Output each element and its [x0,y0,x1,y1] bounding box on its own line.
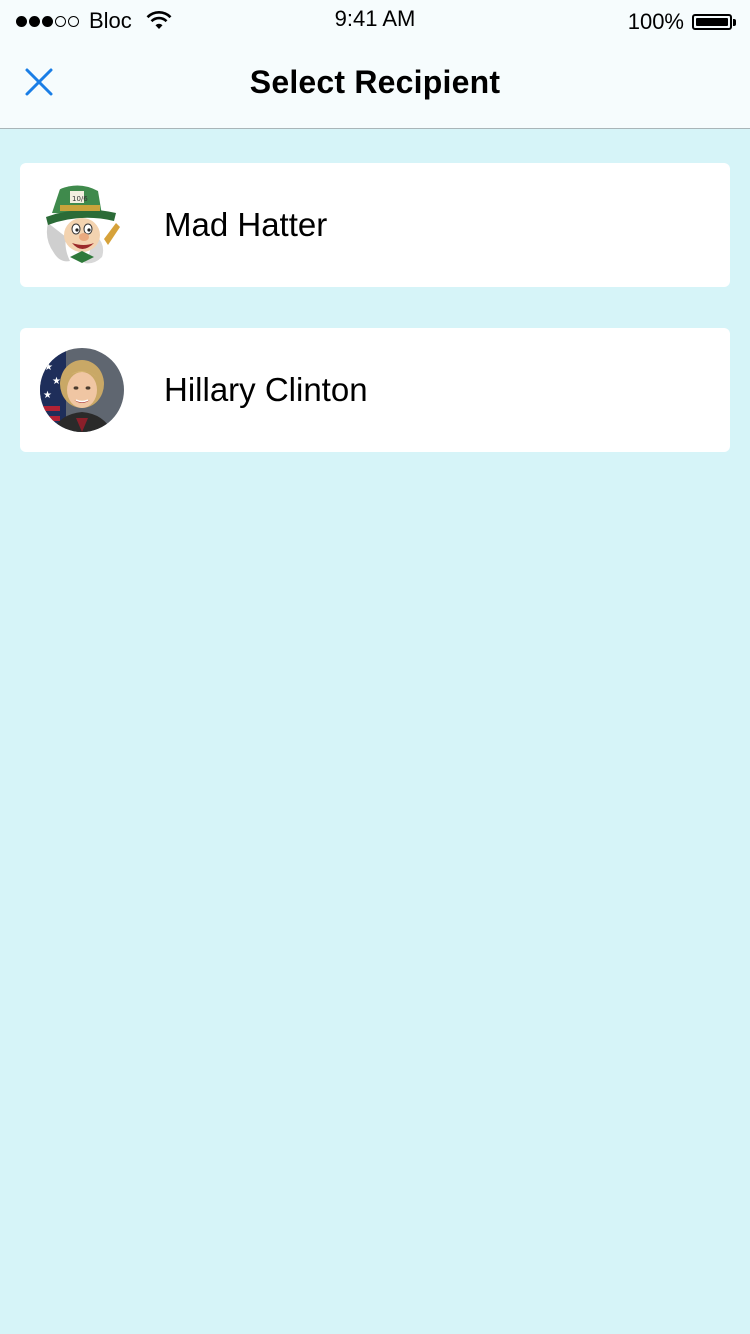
recipient-name: Hillary Clinton [164,371,368,408]
page-title: Select Recipient [249,64,501,100]
recipient-list: 10/6 Mad Hatter ★ ★ ★ Hillary Clinton [20,163,730,493]
hillary-clinton-avatar: ★ ★ ★ [40,348,124,432]
battery-icon [692,14,736,30]
recipient-item-hillary-clinton[interactable]: ★ ★ ★ Hillary Clinton [20,328,730,452]
status-bar: Bloc 9:41 AM 100% [0,0,750,40]
recipient-item-mad-hatter[interactable]: 10/6 Mad Hatter [20,163,730,287]
battery-percentage: 100% [627,9,684,34]
svg-text:10/6: 10/6 [72,195,88,203]
recipient-name: Mad Hatter [164,206,328,243]
mad-hatter-avatar: 10/6 [40,183,124,267]
navigation-bar: Select Recipient [0,40,750,129]
svg-text:★: ★ [43,390,52,401]
svg-text:★: ★ [52,376,61,387]
status-right: 100% [628,9,736,35]
svg-text:★: ★ [44,362,53,373]
